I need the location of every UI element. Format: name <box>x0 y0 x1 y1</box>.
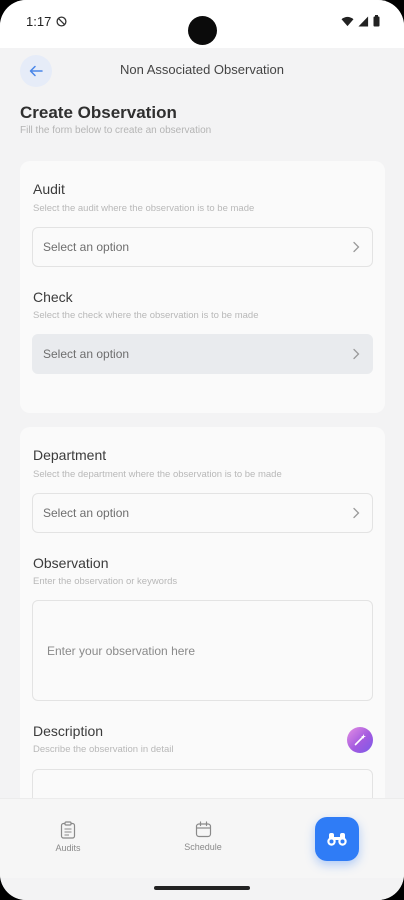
nav-schedule[interactable]: Schedule <box>173 821 233 852</box>
calendar-icon <box>195 821 211 838</box>
check-hint: Select the check where the observation i… <box>33 310 259 321</box>
nav-audits[interactable]: Audits <box>38 821 98 853</box>
check-select-value: Select an option <box>43 347 130 361</box>
check-label: Check <box>33 289 73 305</box>
department-hint: Select the department where the observat… <box>33 469 282 480</box>
observation-textarea[interactable]: Enter your observation here <box>32 600 373 701</box>
page-subtitle: Fill the form below to create an observa… <box>20 125 212 136</box>
department-label: Department <box>33 447 107 463</box>
battery-icon <box>373 15 380 27</box>
bottom-nav: Audits Schedule <box>0 798 404 878</box>
audit-select-value: Select an option <box>43 240 130 254</box>
clipboard-icon <box>60 821 76 839</box>
observation-placeholder: Enter your observation here <box>47 644 196 658</box>
chevron-right-icon <box>353 507 360 519</box>
check-select[interactable]: Select an option <box>32 334 373 374</box>
magic-wand-icon[interactable] <box>347 727 373 753</box>
chevron-right-icon <box>353 241 360 253</box>
wifi-icon <box>341 16 354 26</box>
audit-hint: Select the audit where the observation i… <box>33 203 255 214</box>
audit-label: Audit <box>33 181 65 197</box>
page-title: Create Observation <box>20 103 177 122</box>
camera-cutout <box>188 16 217 45</box>
department-select-value: Select an option <box>43 506 130 520</box>
description-label: Description <box>33 723 104 739</box>
status-time: 1:17 <box>26 14 52 29</box>
observation-hint: Enter the observation or keywords <box>33 576 178 587</box>
nav-audits-label: Audits <box>55 843 81 853</box>
app-header: Non Associated Observation <box>0 48 404 94</box>
home-gesture-pill[interactable] <box>154 886 250 890</box>
gesture-bar <box>0 878 404 900</box>
signal-icon <box>358 15 369 27</box>
system-icons <box>341 15 380 27</box>
chevron-right-icon <box>353 348 360 360</box>
header-title: Non Associated Observation <box>119 62 285 77</box>
nav-schedule-label: Schedule <box>184 842 222 852</box>
audit-check-card: Audit Select the audit where the observa… <box>20 161 385 413</box>
do-not-disturb-icon <box>56 16 67 27</box>
app-screen: 1:17 Non Associated Observation Create O… <box>0 0 404 900</box>
status-bar: 1:17 <box>0 0 404 48</box>
observation-label: Observation <box>33 555 109 571</box>
description-hint: Describe the observation in detail <box>33 744 174 755</box>
audit-select[interactable]: Select an option <box>32 227 373 267</box>
observations-fab-button[interactable] <box>315 817 359 861</box>
binoculars-icon <box>327 833 347 846</box>
department-select[interactable]: Select an option <box>32 493 373 533</box>
